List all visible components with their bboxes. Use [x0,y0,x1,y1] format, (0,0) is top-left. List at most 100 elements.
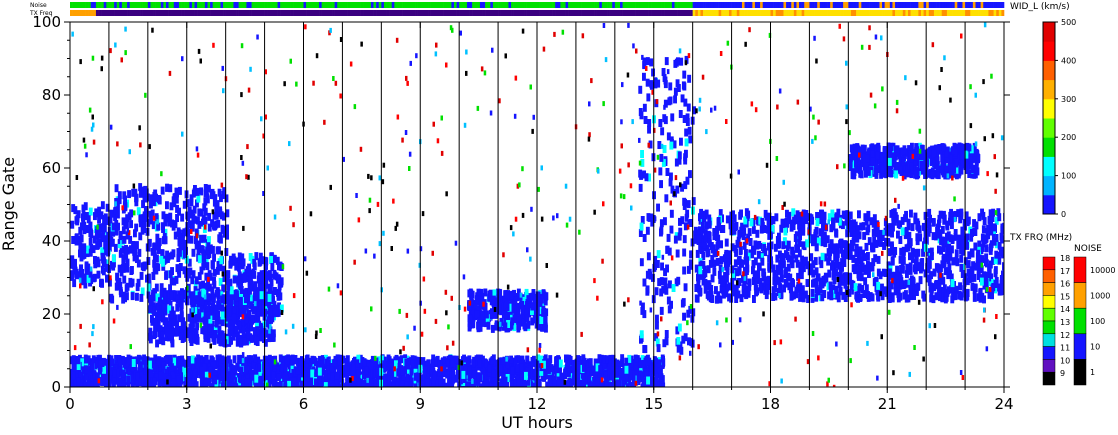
noise-segment [417,2,421,8]
noise-segment [679,2,683,8]
freq-segment [220,10,224,16]
noise-segment [778,2,782,8]
data-cell [217,188,222,197]
data-cell [168,270,173,279]
noise-segment [225,2,229,8]
noise-segment [767,2,771,8]
freq-segment [752,10,756,16]
noise-segment [116,2,120,8]
data-cell [195,336,200,345]
data-cell [576,378,580,387]
data-cell [207,212,212,221]
freq-segment [770,10,774,16]
data-cell [682,312,686,321]
data-cell [317,367,322,376]
data-cell [503,322,508,331]
noise-segment [513,2,517,8]
noise-segment [560,2,564,8]
freq-segment [775,10,779,16]
noise-segment [625,2,629,8]
data-cell [190,276,195,285]
freq-segment [396,10,400,16]
noise-segment [306,2,309,8]
data-cell [355,359,360,368]
data-cell [314,378,318,387]
noise-segment [970,2,974,8]
noise-segment [936,2,940,8]
freq-segment [153,10,156,16]
data-cell [191,296,196,304]
freq-segment [487,10,491,16]
freq-segment [884,10,888,16]
freq-segment [933,10,937,16]
data-cell [229,255,233,264]
data-cell [646,357,651,366]
freq-segment [915,10,919,16]
noise-segment [775,2,779,8]
freq-segment [417,10,421,16]
data-cell [234,325,239,334]
data-cell [218,207,223,216]
noise-segment [812,2,815,8]
data-cell [81,213,85,222]
freq-segment [845,10,849,16]
freq-segment [443,10,447,16]
freq-segment [542,10,546,16]
data-cell [516,379,521,387]
data-cell [213,361,217,370]
noise-segment [428,2,431,8]
noise-segment [684,2,688,8]
noise-segment [952,2,956,8]
data-cell [450,358,455,367]
data-cell [382,360,387,369]
freq-segment [360,10,364,16]
freq-segment [285,10,289,16]
data-cell [214,289,219,298]
data-cell [204,355,209,363]
data-cell [503,376,508,385]
noise-segment [734,2,738,8]
data-cell [276,373,281,382]
noise-segment [835,2,839,8]
noise-segment [233,2,237,8]
noise-segment [134,2,138,8]
noise-segment [920,2,924,8]
freq-segment [389,10,393,16]
noise-segment [900,2,904,8]
freq-segment [529,10,533,16]
noise-segment [869,2,872,8]
data-cell [454,355,459,364]
freq-segment [539,10,543,16]
data-cell [239,286,244,294]
data-cell [133,245,138,254]
data-cell [120,264,125,273]
noise-segment [132,2,136,8]
noise-segment [303,2,307,8]
data-cell [375,367,380,376]
data-cell [74,233,79,242]
data-cell [255,336,260,345]
noise-segment [892,2,896,8]
freq-segment [697,10,701,16]
data-cell [476,322,481,331]
freq-segment [570,10,574,16]
noise-segment [409,2,413,8]
freq-segment [298,10,302,16]
data-cell [686,200,691,209]
data-cell [474,310,478,319]
freq-segment [687,10,691,16]
noise-segment [422,2,426,8]
freq-segment [342,10,346,16]
freq-segment [809,10,813,16]
data-cell [624,365,629,374]
noise-segment [178,2,182,8]
freq-segment [101,10,105,16]
freq-segment [786,10,789,16]
freq-segment [477,10,481,16]
data-cell [151,292,155,301]
noise-segment [744,2,748,8]
data-cell [199,187,204,196]
noise-segment [498,2,501,8]
freq-segment [843,10,847,16]
noise-segment [638,2,642,8]
